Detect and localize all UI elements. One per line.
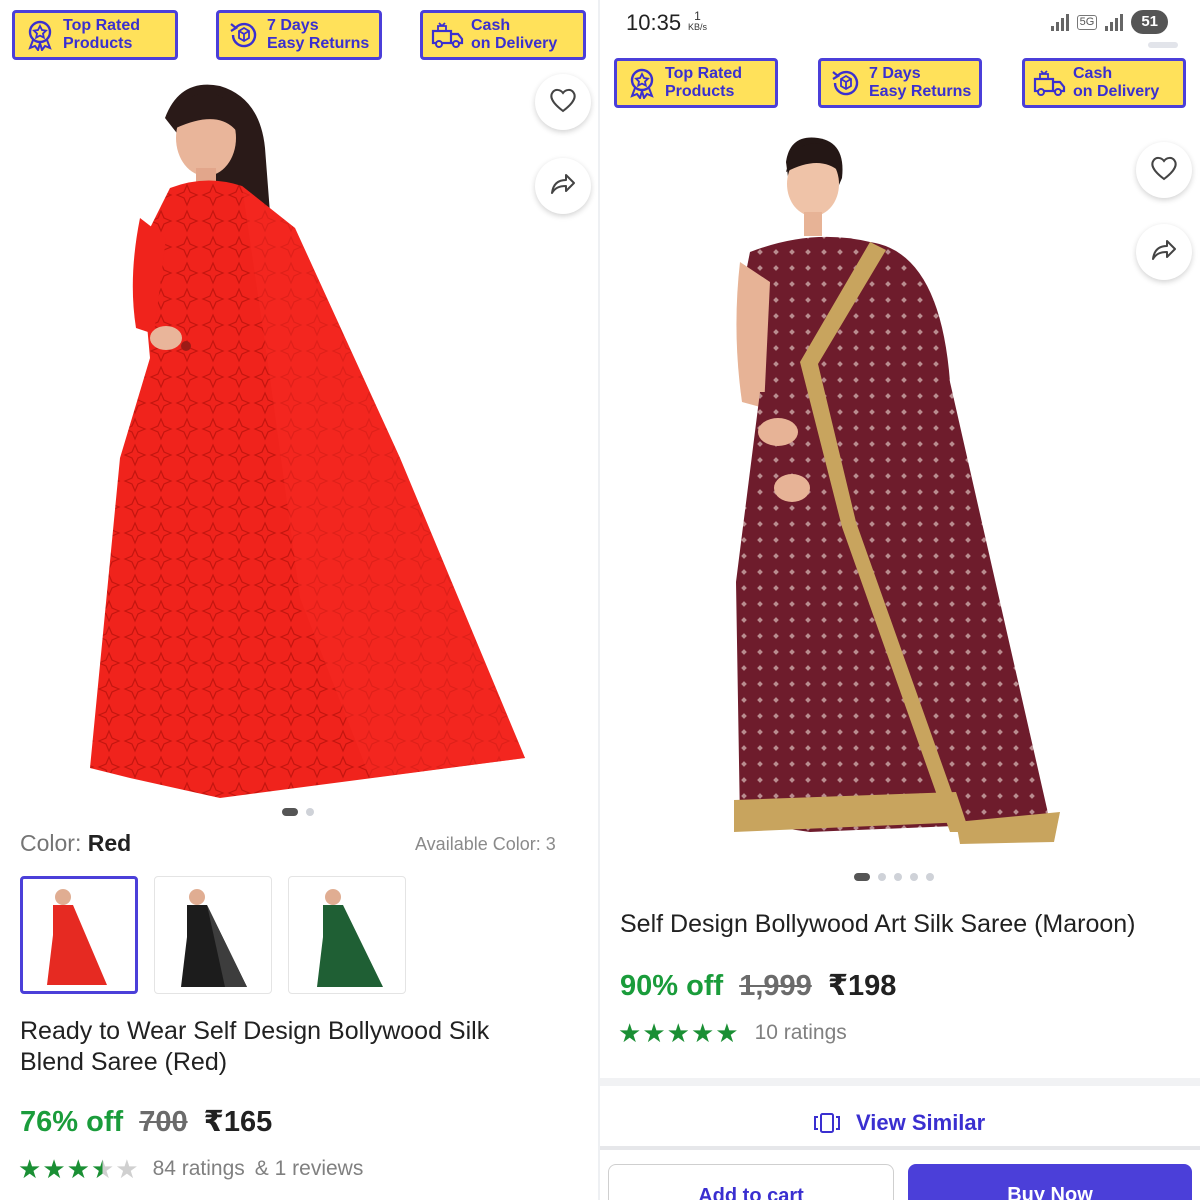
signal-icon	[1105, 13, 1124, 31]
status-bar: 10:35 1 KB/s 5G 51	[600, 0, 1200, 44]
badge-line1: Cash	[471, 17, 511, 34]
return-box-icon	[227, 18, 261, 52]
color-value: Red	[87, 830, 132, 856]
star-icon: ★	[690, 1018, 715, 1048]
heart-icon	[1150, 155, 1178, 186]
ratings-count: 84 ratings	[152, 1157, 245, 1180]
image-carousel-dots	[282, 808, 314, 816]
available-colors-text: Available Color: 3	[415, 834, 556, 854]
badge-line1: Top Rated	[63, 17, 141, 34]
carousel-dot[interactable]	[910, 873, 918, 881]
carousel-dot[interactable]	[926, 873, 934, 881]
speed-unit: KB/s	[688, 22, 708, 32]
badge-line1: 7 Days	[267, 17, 319, 34]
badge-line2: Easy Returns	[869, 83, 972, 100]
battery-indicator: 51	[1131, 10, 1168, 34]
share-button[interactable]	[535, 158, 591, 214]
price-row: 76% off 700 ₹165	[20, 1104, 272, 1139]
discount-percent: 90% off	[620, 970, 724, 1002]
heart-icon	[549, 87, 577, 118]
half-star-icon: ★	[90, 1154, 115, 1184]
selling-price: ₹198	[827, 970, 897, 1002]
carousel-dot[interactable]	[306, 808, 314, 816]
star-icon: ★	[66, 1154, 90, 1184]
delivery-truck-icon	[431, 18, 465, 52]
network-speed: 1 KB/s	[688, 9, 708, 32]
badge-easy-returns: 7 Days Easy Returns	[818, 58, 982, 108]
badge-easy-returns: 7 Days Easy Returns	[216, 10, 382, 60]
star-icon: ★	[642, 1018, 666, 1048]
discount-percent: 76% off	[20, 1106, 124, 1138]
product-title: Ready to Wear Self Design Bollywood Silk…	[20, 1016, 489, 1078]
star-icon: ★	[42, 1154, 66, 1184]
product-image-maroon-saree[interactable]	[720, 132, 1080, 862]
wishlist-button[interactable]	[1136, 142, 1192, 198]
star-rating: ★ ★ ★ ★ ★	[618, 1020, 739, 1046]
badge-cash-on-delivery: Cash on Delivery	[420, 10, 586, 60]
bottom-bar-shadow	[600, 1146, 1200, 1150]
carousel-dot[interactable]	[854, 873, 870, 881]
badge-line2: on Delivery	[471, 35, 558, 52]
return-box-icon	[829, 66, 863, 100]
color-selection-label: Color: Red	[20, 830, 131, 857]
mrp-price: 700	[139, 1106, 188, 1138]
view-similar-label: View Similar	[856, 1110, 986, 1135]
star-icon: ★	[618, 1018, 642, 1048]
share-arrow-icon	[1150, 238, 1178, 267]
status-time: 10:35	[626, 10, 682, 35]
medal-icon	[23, 18, 57, 52]
product-title-line1: Ready to Wear Self Design Bollywood Silk	[20, 1017, 490, 1045]
selling-price: ₹165	[203, 1106, 273, 1138]
speed-value: 1	[694, 9, 701, 23]
product-title-line2: Blend Saree (Red)	[20, 1048, 228, 1076]
carousel-dot[interactable]	[282, 808, 298, 816]
add-to-cart-button[interactable]: Add to cart	[608, 1164, 894, 1200]
buy-now-button[interactable]: Buy Now	[908, 1164, 1192, 1200]
badge-line1: 7 Days	[869, 65, 921, 82]
star-icon: ★	[666, 1018, 690, 1048]
badge-line2: Products	[665, 83, 735, 100]
price-row: 90% off 1,999 ₹198	[620, 968, 896, 1003]
badge-line2: Products	[63, 35, 133, 52]
medal-icon	[625, 66, 659, 100]
view-similar-icon	[812, 1112, 842, 1134]
star-rating: ★ ★ ★ ★ ★	[18, 1156, 139, 1182]
rating-row[interactable]: ★ ★ ★ ★ ★ 84 ratings & 1 reviews	[18, 1156, 363, 1182]
wishlist-button[interactable]	[535, 74, 591, 130]
color-swatch-green[interactable]	[288, 876, 406, 994]
carousel-dot[interactable]	[894, 873, 902, 881]
share-arrow-icon	[549, 172, 577, 201]
product-title: Self Design Bollywood Art Silk Saree (Ma…	[620, 910, 1136, 938]
mrp-price: 1,999	[739, 970, 812, 1002]
share-button[interactable]	[1136, 224, 1192, 280]
badge-line1: Cash	[1073, 65, 1113, 82]
view-similar-button[interactable]: View Similar	[812, 1110, 985, 1136]
star-icon: ★	[115, 1154, 139, 1184]
color-swatch-red[interactable]	[20, 876, 138, 994]
color-swatch-black[interactable]	[154, 876, 272, 994]
badge-line1: Top Rated	[665, 65, 743, 82]
status-icons: 5G 51	[1050, 10, 1168, 34]
delivery-truck-icon	[1033, 66, 1067, 100]
badge-cash-on-delivery: Cash on Delivery	[1022, 58, 1186, 108]
star-icon: ★	[18, 1154, 42, 1184]
carousel-dot[interactable]	[878, 873, 886, 881]
badge-top-rated: Top Rated Products	[12, 10, 178, 60]
color-label: Color:	[20, 830, 82, 856]
product-image-red-saree[interactable]	[70, 78, 540, 798]
star-icon: ★	[715, 1018, 739, 1048]
image-carousel-dots	[854, 873, 934, 881]
signal-icon	[1050, 13, 1069, 31]
badge-line2: on Delivery	[1073, 83, 1160, 100]
badge-top-rated: Top Rated Products	[614, 58, 778, 108]
right-product-page: 10:35 1 KB/s 5G 51 Top Rated Products 7 Da…	[600, 0, 1200, 1200]
badge-line2: Easy Returns	[267, 35, 370, 52]
rating-row[interactable]: ★ ★ ★ ★ ★ 10 ratings	[618, 1020, 847, 1046]
drag-handle	[1148, 42, 1178, 48]
left-product-page: Top Rated Products 7 Days Easy Returns Cas…	[0, 0, 598, 1200]
ratings-count: 10 ratings	[754, 1021, 847, 1044]
reviews-count: & 1 reviews	[254, 1157, 364, 1180]
section-separator	[600, 1078, 1200, 1086]
network-type: 5G	[1076, 14, 1098, 30]
